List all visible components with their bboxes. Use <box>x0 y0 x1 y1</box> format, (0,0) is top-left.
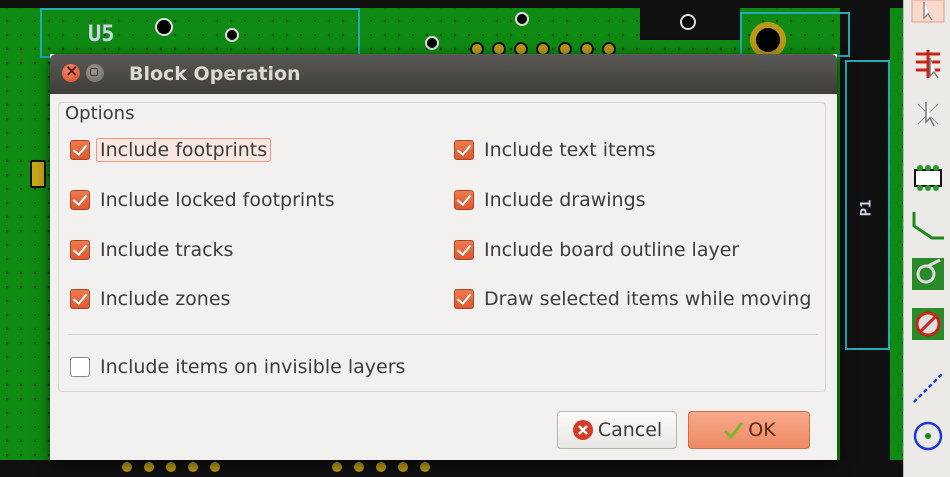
net-highlight-icon[interactable] <box>910 46 946 82</box>
add-footprint-icon[interactable] <box>910 160 946 196</box>
checkbox-checked[interactable] <box>70 140 90 160</box>
option-label: Include locked footprints <box>100 189 335 211</box>
cancel-label: Cancel <box>597 419 663 441</box>
option-label: Draw selected items while moving <box>484 288 812 310</box>
right-toolbar <box>903 0 950 477</box>
include-footprints-checkbox[interactable]: Include footprints <box>70 135 272 165</box>
include-locked-footprints-checkbox[interactable]: Include locked footprints <box>70 185 335 215</box>
option-label: Include footprints <box>96 138 272 162</box>
option-label: Include drawings <box>484 189 646 211</box>
add-circle-icon[interactable] <box>910 418 946 454</box>
pcb-pad <box>120 460 134 474</box>
pcb-via <box>225 28 239 42</box>
pcb-track <box>0 460 903 477</box>
include-text-items-checkbox[interactable]: Include text items <box>454 135 656 165</box>
pcb-mounting-hole <box>750 22 786 58</box>
options-heading: Options <box>65 103 135 124</box>
ok-button[interactable]: OK <box>688 411 810 449</box>
dialog-title: Block Operation <box>129 63 301 85</box>
pcb-pad <box>186 460 200 474</box>
keepout-zone-icon[interactable] <box>910 306 946 342</box>
window-maximize-button[interactable] <box>86 64 104 82</box>
cancel-button[interactable]: Cancel <box>557 411 677 449</box>
select-arrow-icon[interactable] <box>910 0 946 36</box>
checkbox-checked[interactable] <box>70 240 90 260</box>
include-board-outline-checkbox[interactable]: Include board outline layer <box>454 235 739 265</box>
option-label: Include zones <box>100 288 231 310</box>
include-invisible-layers-checkbox[interactable]: Include items on invisible layers <box>70 352 405 382</box>
pcb-pad <box>330 460 344 474</box>
checkbox-checked[interactable] <box>454 289 474 309</box>
local-ratsnest-icon[interactable] <box>910 96 946 132</box>
draw-selected-items-checkbox[interactable]: Draw selected items while moving <box>454 284 811 314</box>
checkbox-checked[interactable] <box>454 240 474 260</box>
option-label: Include board outline layer <box>484 239 740 261</box>
include-drawings-checkbox[interactable]: Include drawings <box>454 185 646 215</box>
checkbox-checked[interactable] <box>454 140 474 160</box>
pcb-pad <box>142 460 156 474</box>
pcb-via <box>515 12 529 26</box>
include-zones-checkbox[interactable]: Include zones <box>70 284 230 314</box>
pcb-pad <box>208 460 222 474</box>
include-tracks-checkbox[interactable]: Include tracks <box>70 235 233 265</box>
option-label: Include text items <box>484 139 656 161</box>
pcb-via <box>155 18 173 36</box>
silkscreen-p1: P1 <box>858 199 875 217</box>
option-label: Include tracks <box>100 239 234 261</box>
dialog-titlebar[interactable]: Block Operation <box>50 54 837 94</box>
checkbox-checked[interactable] <box>70 289 90 309</box>
route-track-icon[interactable] <box>910 208 946 244</box>
add-line-icon[interactable] <box>910 370 946 406</box>
add-via-icon[interactable] <box>910 256 946 292</box>
pcb-via <box>425 36 439 50</box>
checkbox-unchecked[interactable] <box>70 357 90 377</box>
pcb-pad <box>30 160 46 188</box>
pcb-via <box>680 14 696 30</box>
pcb-pad <box>374 460 388 474</box>
checkmark-icon <box>722 419 744 441</box>
silkscreen-u5: U5 <box>88 22 115 47</box>
option-label: Include items on invisible layers <box>100 356 406 378</box>
pcb-pad <box>352 460 366 474</box>
pcb-pad <box>396 460 410 474</box>
pcb-pad <box>418 460 432 474</box>
checkbox-checked[interactable] <box>70 190 90 210</box>
block-operation-dialog: Block Operation Options Include footprin… <box>50 54 837 460</box>
checkbox-checked[interactable] <box>454 190 474 210</box>
options-separator <box>68 334 818 335</box>
window-close-button[interactable] <box>62 61 80 82</box>
pcb-pad <box>164 460 178 474</box>
ok-label: OK <box>748 419 776 441</box>
cancel-icon <box>572 419 594 441</box>
pcb-track <box>0 0 903 8</box>
